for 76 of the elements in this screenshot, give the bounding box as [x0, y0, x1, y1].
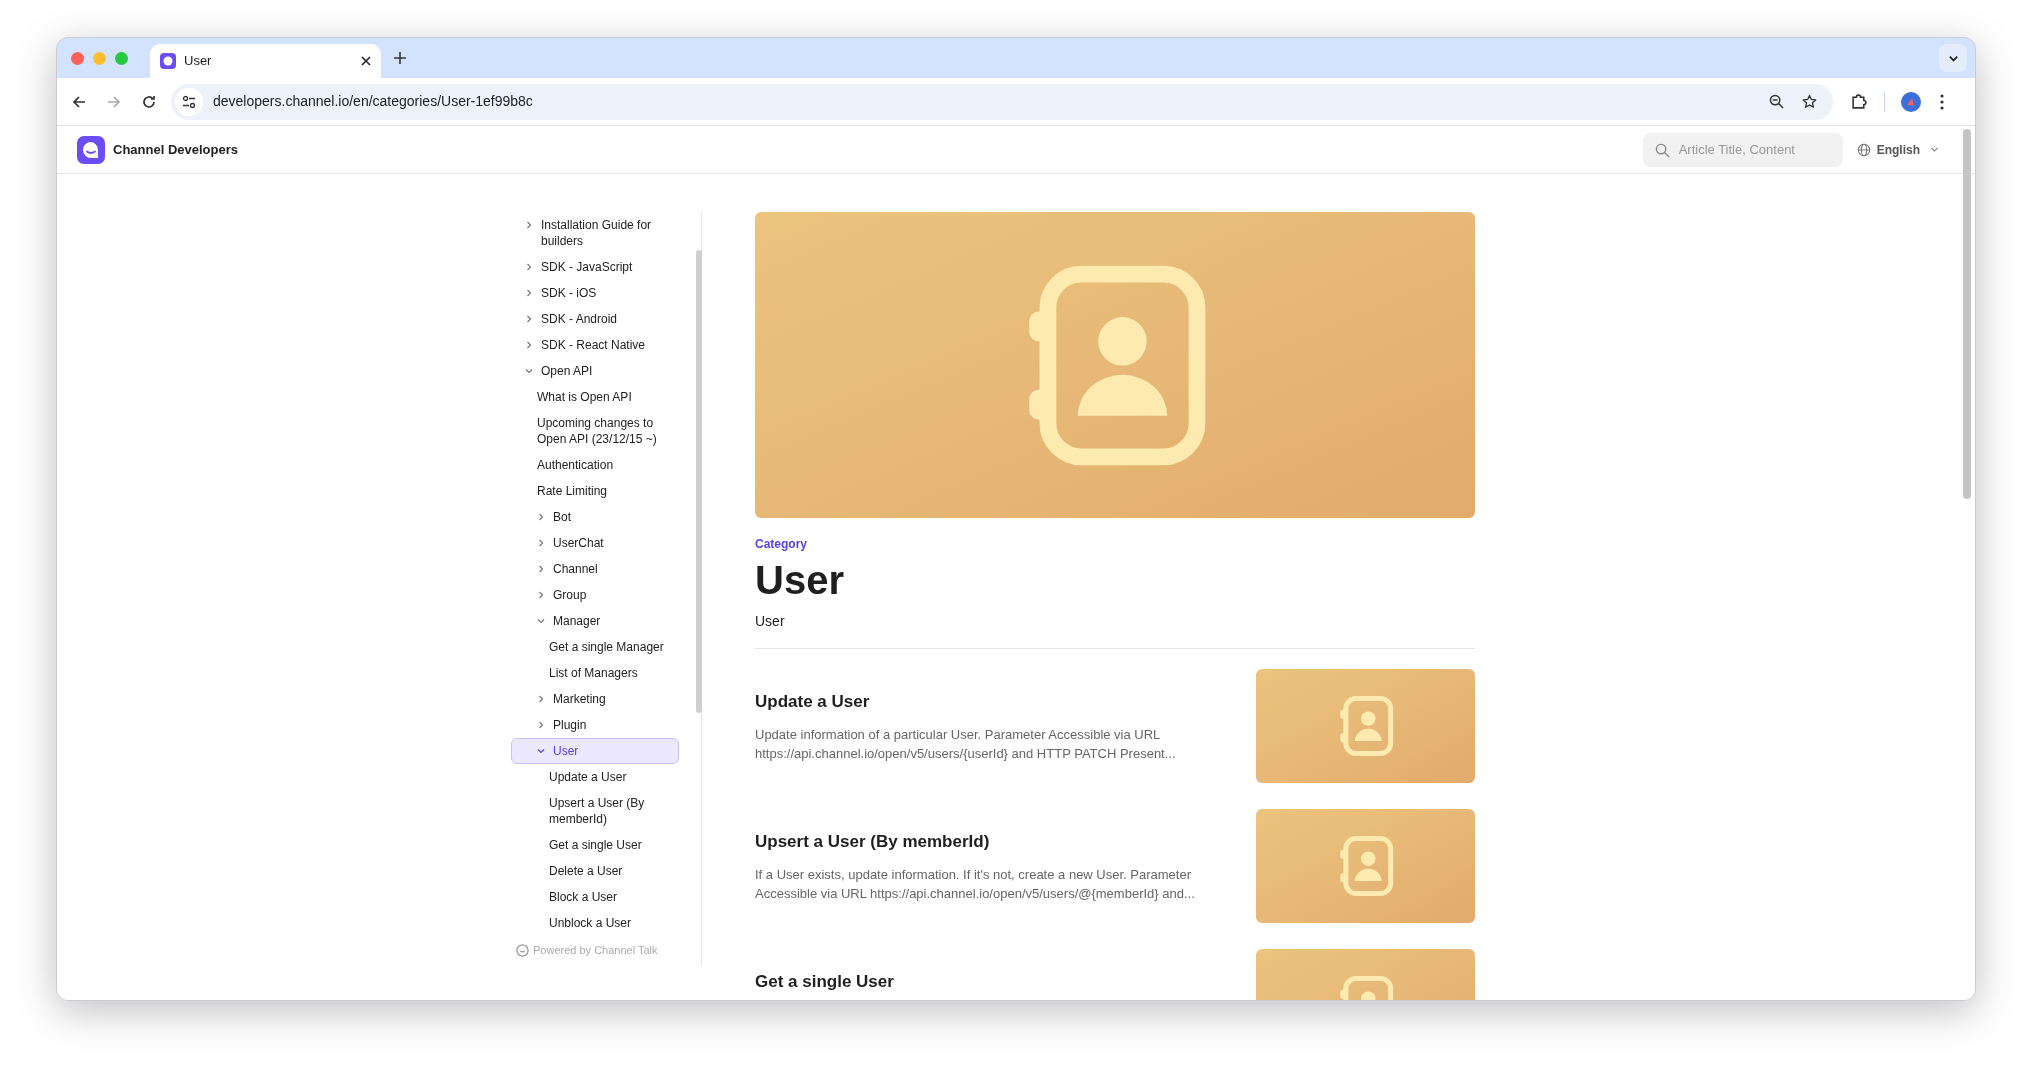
category-label: Category — [755, 536, 808, 553]
sidebar-item[interactable]: SDK - JavaScript — [511, 254, 679, 280]
sidebar-item[interactable]: Block a User — [511, 884, 679, 910]
sidebar-item[interactable]: Manager — [511, 608, 679, 634]
chevron-right-icon — [537, 539, 545, 547]
sidebar-item[interactable]: Installation Guide for builders — [511, 212, 679, 254]
menu-icon[interactable] — [1940, 93, 1944, 110]
chevron-down-icon — [1930, 145, 1939, 154]
sidebar-item[interactable]: SDK - React Native — [511, 332, 679, 358]
chevron-right-icon — [537, 565, 545, 573]
contact-book-icon — [1337, 695, 1394, 757]
article-title[interactable]: Get a single User — [755, 969, 1225, 995]
chevron-right-icon — [537, 695, 545, 703]
sidebar-item[interactable]: Get a single User — [511, 832, 679, 858]
globe-icon — [1856, 142, 1871, 157]
sidebar-item[interactable]: Group — [511, 582, 679, 608]
sidebar-item[interactable]: Authentication — [511, 452, 679, 478]
zoom-out-icon[interactable] — [1769, 94, 1784, 109]
chevron-right-icon — [537, 513, 545, 521]
sidebar-item[interactable]: Delete a User — [511, 858, 679, 884]
site-title[interactable]: Channel Developers — [113, 139, 238, 160]
sidebar-item[interactable]: Rate Limiting — [511, 478, 679, 504]
sidebar-item[interactable]: UserChat — [511, 530, 679, 556]
sidebar-item[interactable]: Open API — [511, 358, 679, 384]
site-settings-icon[interactable] — [182, 94, 196, 109]
article-title[interactable]: Update a User — [755, 689, 1225, 715]
sidebar-item[interactable]: Get a single Manager — [511, 634, 679, 660]
article-summary: If a User exists, update information. If it's not, create a new User. Parameter Accessible via URL https://api.channel.io/open/v5/users/@{memberId} and... — [755, 865, 1196, 903]
sidebar-item[interactable]: Marketing — [511, 686, 679, 712]
sidebar-item[interactable]: SDK - iOS — [511, 280, 679, 306]
article-summary: Update information of a particular User. Parameter Accessible via URL https://api.channel.io/open/v5/users/{userId} and HTTP PATCH Present... — [755, 725, 1177, 763]
sidebar-scrollbar[interactable] — [696, 250, 702, 713]
page-title: User — [755, 557, 845, 604]
chevron-right-icon — [525, 341, 533, 349]
category-description: User — [755, 612, 786, 631]
url-text: developers.channel.io/en/categories/User-1ef99b8c — [213, 92, 533, 111]
chevron-right-icon — [525, 289, 533, 297]
sidebar-item[interactable]: Upcoming changes to Open API (23/12/15 ~) — [511, 410, 679, 452]
tab-title: User — [184, 52, 212, 71]
star-icon[interactable] — [1802, 94, 1817, 109]
favicon-icon — [160, 53, 176, 69]
article-title[interactable]: Upsert a User (By memberId) — [755, 829, 1225, 855]
profile-avatar-icon[interactable] — [1901, 91, 1921, 112]
sidebar-item[interactable]: Upsert a User (By memberId) — [511, 790, 679, 832]
chevron-right-icon — [537, 591, 545, 599]
address-bar[interactable]: developers.channel.io/en/categories/User-1ef99b8c — [171, 83, 1833, 120]
sidebar-item[interactable]: SDK - Android — [511, 306, 679, 332]
chevron-right-icon — [525, 221, 533, 229]
chevron-right-icon — [525, 263, 533, 271]
browser-tab[interactable]: User — [150, 44, 381, 78]
sidebar-item[interactable]: List of Managers — [511, 660, 679, 686]
language-selector[interactable]: English — [1856, 140, 1939, 159]
chevron-down-icon — [537, 617, 545, 625]
chevron-down-icon — [525, 367, 533, 375]
puzzle-icon[interactable] — [1851, 93, 1868, 110]
page-scrollbar[interactable] — [1963, 129, 1971, 499]
new-tab-icon[interactable] — [393, 51, 407, 65]
logo-icon[interactable] — [77, 135, 105, 164]
reload-icon[interactable] — [141, 93, 157, 110]
chat-logo-icon — [516, 943, 529, 957]
sidebar-item[interactable]: User — [511, 738, 679, 764]
sidebar-item[interactable]: Channel — [511, 556, 679, 582]
chevron-right-icon — [525, 315, 533, 323]
search-field[interactable]: Article Title, Content — [1642, 132, 1843, 167]
contact-book-icon — [1337, 835, 1394, 897]
chevron-right-icon — [537, 721, 545, 729]
sidebar-item[interactable]: Plugin — [511, 712, 679, 738]
chevron-down-icon — [537, 747, 545, 755]
search-icon — [1654, 142, 1670, 158]
sidebar-item[interactable]: Unblock a User — [511, 910, 679, 935]
sidebar-item[interactable]: Bot — [511, 504, 679, 530]
sidebar-item[interactable]: Update a User — [511, 764, 679, 790]
tab-list-button[interactable] — [1939, 44, 1967, 72]
sidebar-item[interactable]: What is Open API — [511, 384, 679, 410]
close-icon[interactable] — [361, 56, 371, 66]
back-icon[interactable] — [71, 93, 87, 110]
